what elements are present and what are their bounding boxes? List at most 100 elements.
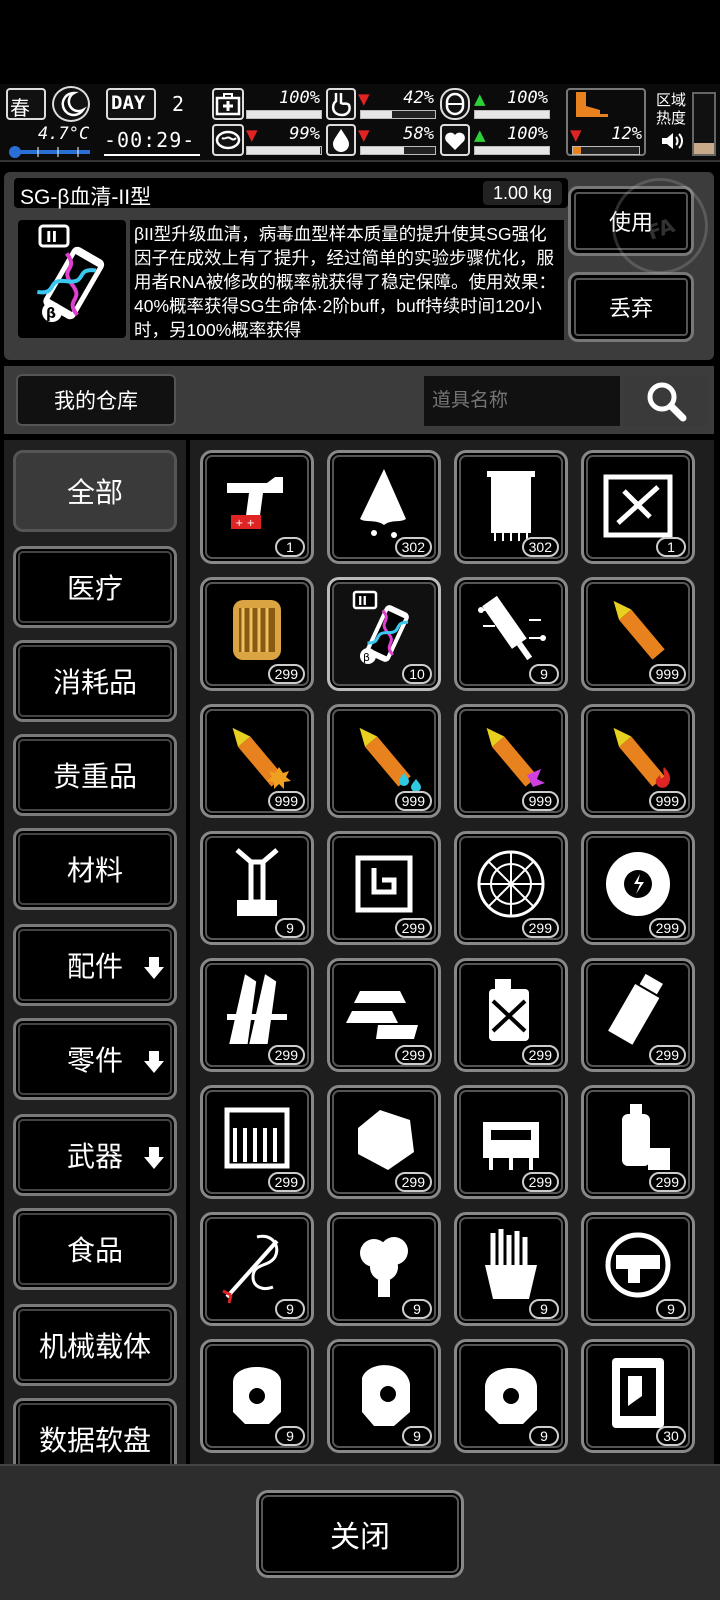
thirst-value: 58% <box>403 124 434 144</box>
close-button[interactable]: 关闭 <box>256 1490 464 1578</box>
category-medical[interactable]: 医疗 <box>13 546 177 628</box>
item-quantity: 999 <box>648 664 686 684</box>
hunger-bar <box>360 110 436 119</box>
item-slot[interactable]: 999 <box>581 704 695 818</box>
search-button[interactable] <box>624 376 708 426</box>
expand-arrow-icon <box>144 1051 164 1073</box>
item-quantity: 299 <box>648 1172 686 1192</box>
supply-box-icon <box>224 1107 290 1169</box>
serum-vial-icon: II β <box>352 590 409 664</box>
item-slot[interactable]: 9 <box>200 1212 314 1326</box>
item-quantity: 999 <box>394 791 432 811</box>
item-quantity: 9 <box>402 1299 432 1319</box>
item-grid[interactable]: + +1 302 302 1 299 II β 10 9 999 999 999 999 999 9 299 2… <box>190 440 714 1464</box>
item-slot[interactable]: 299 <box>581 1085 695 1199</box>
item-quantity: 999 <box>521 791 559 811</box>
item-slot[interactable]: 299 <box>200 577 314 691</box>
category-food[interactable]: 食品 <box>13 1208 177 1290</box>
broccoli-icon <box>360 1237 408 1297</box>
category-weapons[interactable]: 武器 <box>13 1114 177 1196</box>
category-data-disk[interactable]: 数据软盘 <box>13 1398 177 1464</box>
item-quantity: 299 <box>648 1045 686 1065</box>
item-slot[interactable]: 302 <box>327 450 441 564</box>
svg-text:β: β <box>46 306 56 322</box>
discard-button[interactable]: 丢弃 <box>568 272 694 342</box>
item-quantity: 9 <box>529 664 559 684</box>
item-slot[interactable]: 9 <box>454 1212 568 1326</box>
item-slot[interactable]: 30 <box>581 1339 695 1453</box>
sanity-value: 100% <box>507 88 548 108</box>
item-quantity: 999 <box>648 791 686 811</box>
item-slot[interactable]: 999 <box>581 577 695 691</box>
item-slot[interactable]: 9 <box>454 577 568 691</box>
gun-emblem-icon <box>605 1232 671 1298</box>
stomach-icon <box>326 88 356 120</box>
stat-bar-fill <box>247 147 321 154</box>
status-bar: 春 4.7°C DAY 2 -00:29- 100% ▼ 42% ▲ 100% … <box>0 84 720 162</box>
item-slot[interactable]: 299 <box>327 958 441 1072</box>
item-slot[interactable]: 999 <box>454 704 568 818</box>
health-bar <box>246 110 322 119</box>
item-slot[interactable]: 299 <box>327 831 441 945</box>
sound-icon[interactable] <box>660 130 684 152</box>
item-slot[interactable]: 9 <box>581 1212 695 1326</box>
item-slot[interactable]: 9 <box>200 831 314 945</box>
category-materials[interactable]: 材料 <box>13 828 177 910</box>
syringe-circuit-icon <box>478 595 546 661</box>
item-quantity: 9 <box>275 1299 305 1319</box>
thirst-bar <box>360 146 436 155</box>
item-slot[interactable]: 299 <box>581 831 695 945</box>
category-all[interactable]: 全部 <box>13 450 177 532</box>
brain-icon <box>440 88 470 120</box>
svg-text:β: β <box>363 651 370 664</box>
category-sidebar[interactable]: 全部 医疗 消耗品 贵重品 材料 配件 零件 武器 食品 机械载体 数据软盘 <box>4 440 186 1464</box>
category-consumables[interactable]: 消耗品 <box>13 640 177 722</box>
bottle-icon <box>608 973 663 1045</box>
item-slot[interactable]: + + 1 <box>200 450 314 564</box>
category-valuables[interactable]: 贵重品 <box>13 734 177 816</box>
item-quantity: 299 <box>521 1045 559 1065</box>
stat-bar-fill <box>475 111 549 118</box>
item-slot[interactable]: 302 <box>454 450 568 564</box>
search-icon <box>647 382 687 422</box>
category-attachments[interactable]: 配件 <box>13 924 177 1006</box>
item-search-input[interactable] <box>424 376 620 426</box>
item-slot[interactable]: 1 <box>581 450 695 564</box>
season-badge: 春 <box>6 88 46 120</box>
item-slot[interactable]: 9 <box>454 1339 568 1453</box>
footer-bar: 关闭 <box>0 1464 720 1600</box>
thermometer-icon <box>8 144 92 158</box>
item-slot[interactable]: 9 <box>327 1339 441 1453</box>
item-slot[interactable]: 999 <box>327 704 441 818</box>
item-description: βII型升级血清，病毒血型样本质量的提升使其SG强化因子在成效上有了提升，经过简… <box>130 220 564 340</box>
category-parts[interactable]: 零件 <box>13 1018 177 1100</box>
crystal-ore-icon <box>358 1110 414 1170</box>
mood-value: 100% <box>507 124 548 144</box>
item-slot[interactable]: 299 <box>200 1085 314 1199</box>
item-slot[interactable]: 299 <box>454 1085 568 1199</box>
item-slot[interactable]: 999 <box>200 704 314 818</box>
item-slot[interactable]: 299 <box>327 1085 441 1199</box>
category-label: 全部 <box>66 477 123 508</box>
boot-bar <box>572 146 640 155</box>
item-slot[interactable]: 299 <box>454 831 568 945</box>
item-quantity: 1 <box>656 537 686 557</box>
category-label: 消耗品 <box>52 667 137 698</box>
stat-bar-fill <box>361 147 404 154</box>
item-slot[interactable]: 9 <box>200 1339 314 1453</box>
mood-bar <box>474 146 550 155</box>
item-weight: 1.00 kg <box>482 181 562 205</box>
category-mech-carrier[interactable]: 机械载体 <box>13 1304 177 1386</box>
expand-arrow-icon <box>144 957 164 979</box>
item-quantity: 10 <box>402 664 432 684</box>
expand-arrow-icon <box>144 1147 164 1169</box>
item-slot[interactable]: 9 <box>327 1212 441 1326</box>
clock-value: -00:29- <box>104 128 196 152</box>
item-slot[interactable]: 299 <box>454 958 568 1072</box>
item-slot[interactable]: 299 <box>581 958 695 1072</box>
temperature-display: 4.7°C <box>8 124 92 144</box>
item-slot[interactable]: 299 <box>200 958 314 1072</box>
item-slot[interactable]: II β 10 <box>327 577 441 691</box>
hunger-value: 42% <box>403 88 434 108</box>
medkit-icon <box>212 88 244 120</box>
